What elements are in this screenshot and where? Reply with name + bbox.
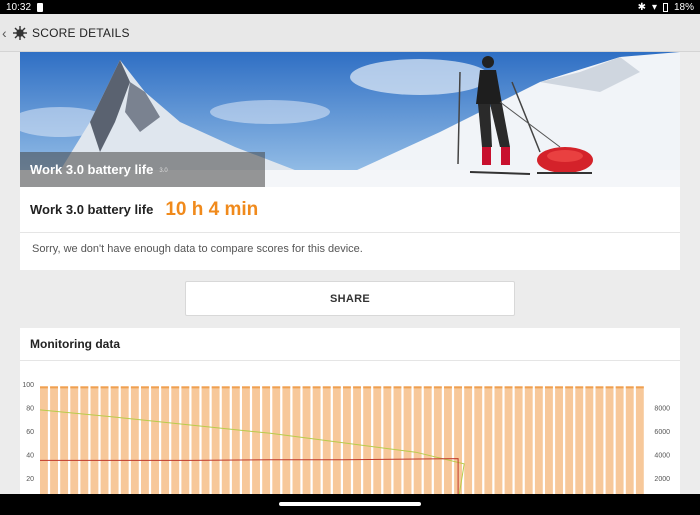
- chart-bar-top: [282, 386, 291, 389]
- chart-bar-top: [565, 386, 574, 389]
- chart-bar-top: [80, 386, 89, 389]
- chart-bar-top: [585, 386, 594, 389]
- chart-bar-top: [373, 386, 382, 389]
- chart-bar-top: [211, 386, 220, 389]
- chart-bar-top: [524, 386, 533, 389]
- chart-bar-top: [100, 386, 109, 389]
- chart-bar-top: [252, 386, 260, 389]
- right-axis-tick: 8000: [654, 406, 670, 413]
- chart-bar-top: [433, 386, 442, 389]
- clock: 10:32: [6, 1, 32, 13]
- battery-percent: 18%: [673, 1, 694, 13]
- chart-bar-top: [413, 386, 422, 389]
- chart-bar-top: [504, 386, 513, 389]
- left-axis-tick: 20: [26, 476, 34, 483]
- chart-bar-top: [575, 386, 584, 389]
- chart-bar-top: [635, 386, 644, 389]
- chart-bar-top: [70, 386, 79, 389]
- app-bar: ‹ SCORE DETAILS: [0, 14, 700, 52]
- chart-bar-top: [464, 386, 473, 389]
- right-axis-tick: 2000: [654, 476, 670, 483]
- hero-test-name: Work 3.0 battery life: [30, 162, 154, 177]
- compare-note: Sorry, we don't have enough data to comp…: [32, 243, 363, 255]
- left-axis-tick: 80: [26, 406, 34, 413]
- chart-bar-top: [555, 386, 563, 389]
- chart-bar-top: [60, 386, 69, 389]
- chart-bar-top: [363, 386, 372, 389]
- chart-bar-top: [120, 386, 129, 389]
- chart-bar-top: [332, 386, 341, 389]
- chart-bar-top: [534, 386, 543, 389]
- navigation-bar: [0, 494, 700, 515]
- chart-bar-top: [605, 386, 614, 389]
- score-label: Work 3.0 battery life: [30, 202, 154, 217]
- chart-bar-top: [312, 386, 321, 389]
- chart-bar-top: [292, 386, 301, 389]
- chart-bar-top: [444, 386, 452, 389]
- wifi-icon: ▾: [651, 1, 657, 13]
- score-row: Work 3.0 battery life 10 h 4 min: [20, 187, 680, 233]
- right-axis-tick: 4000: [654, 453, 670, 460]
- chart-bar-top: [242, 386, 250, 389]
- chart-bar-top: [90, 386, 99, 389]
- left-axis-tick: 60: [26, 429, 34, 436]
- chart-bar-top: [221, 386, 230, 389]
- chart-bar-top: [302, 386, 311, 389]
- app-logo-icon[interactable]: [12, 25, 28, 41]
- chart-bar-top: [514, 386, 523, 389]
- home-gesture-handle[interactable]: [279, 502, 421, 506]
- share-button[interactable]: SHARE: [185, 281, 515, 316]
- chart-bar-top: [383, 386, 392, 389]
- chart-bar-top: [50, 386, 58, 389]
- chart-bar-top: [625, 386, 634, 389]
- chart-bar-top: [494, 386, 503, 389]
- left-axis-tick: 100: [22, 382, 34, 389]
- chart-bar-top: [151, 386, 159, 389]
- chart-bar-top: [181, 386, 190, 389]
- chart-bar-top: [40, 386, 48, 389]
- score-value: 10 h 4 min: [165, 198, 259, 220]
- monitoring-title: Monitoring data: [20, 328, 680, 361]
- monitoring-chart: 100 80 60 40 20 8000 6000 4000 2000: [20, 362, 680, 512]
- status-bar: 10:32 ✱ ▾ 18%: [0, 0, 700, 14]
- chart-bar-top: [393, 386, 402, 389]
- score-card: Work 3.0 battery life 3.0 Work 3.0 batte…: [20, 52, 680, 270]
- chart-bar-top: [110, 386, 119, 389]
- back-chevron-icon[interactable]: ‹: [2, 25, 10, 41]
- chart-bar-top: [474, 386, 483, 389]
- bluetooth-icon: ✱: [637, 1, 646, 13]
- sim-icon: [37, 2, 44, 12]
- left-axis-tick: 40: [26, 453, 34, 460]
- chart-bar-top: [161, 386, 170, 389]
- right-axis-tick: 6000: [654, 429, 670, 436]
- chart-bar-top: [454, 386, 462, 389]
- chart-bar-top: [191, 386, 200, 389]
- hero-version: 3.0: [159, 167, 168, 174]
- chart-bar-top: [231, 386, 240, 389]
- page-title: SCORE DETAILS: [32, 25, 130, 40]
- chart-bar-top: [595, 386, 604, 389]
- chart-bar-top: [403, 386, 412, 389]
- chart-bar-top: [171, 386, 180, 389]
- chart-bar-top: [141, 386, 149, 389]
- chart-bar-top: [201, 386, 210, 389]
- chart-bar-top: [423, 386, 432, 389]
- monitoring-card: Monitoring data 100 80 60 40 20 8000 6000 4000 2…: [20, 328, 680, 515]
- hero-label: Work 3.0 battery life 3.0: [20, 152, 265, 187]
- chart-bar-top: [272, 386, 281, 389]
- monitoring-chart-svg: 100 80 60 40 20 8000 6000 4000 2000: [22, 382, 670, 512]
- chart-bar-top: [322, 386, 331, 389]
- chart-bar-top: [353, 386, 361, 389]
- chart-bar-top: [343, 386, 351, 389]
- chart-bar-top: [615, 386, 624, 389]
- chart-bar-top: [262, 386, 271, 389]
- battery-icon: [662, 2, 668, 12]
- chart-bar-top: [130, 386, 139, 389]
- chart-bar-top: [484, 386, 493, 389]
- chart-bar-top: [545, 386, 553, 389]
